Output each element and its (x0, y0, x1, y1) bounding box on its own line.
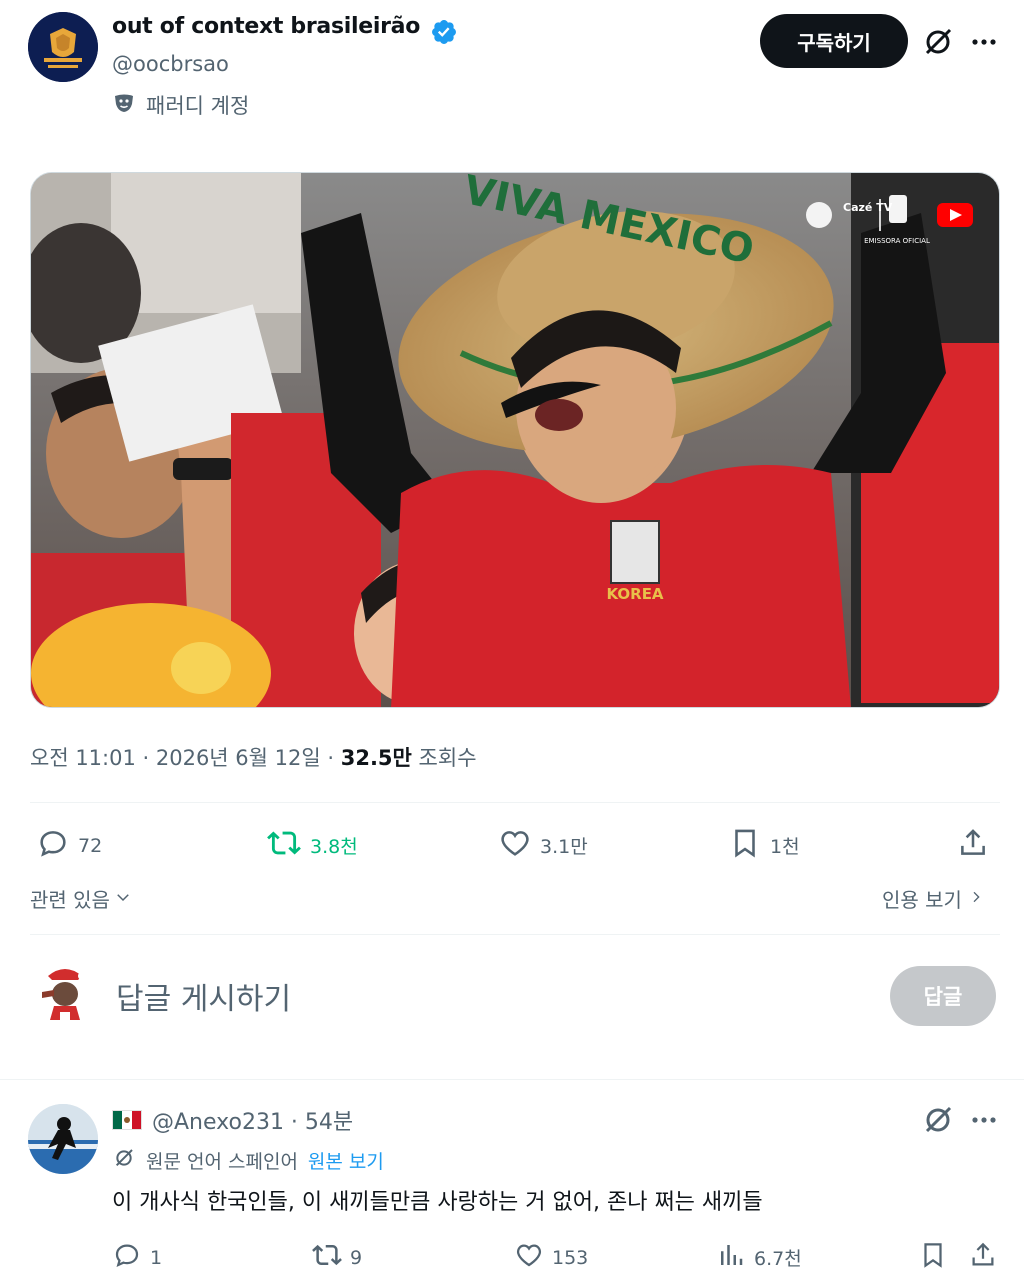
comment-share-action[interactable] (968, 1240, 998, 1275)
related-label: 관련 있음 (30, 888, 110, 912)
grok-icon[interactable] (920, 1102, 956, 1138)
view-quotes-link[interactable]: 인용 보기 (882, 884, 984, 913)
grok-icon[interactable] (920, 24, 956, 60)
mexico-flag-icon (112, 1110, 142, 1130)
tweet-image[interactable]: KOREA VIVA MEXICO Cazé TV EMISSORA OFICI… (30, 172, 1000, 708)
tweet-meta: 오전 11:01 · 2026년 6월 12일 · 32.5만 조회수 (30, 742, 477, 772)
like-action[interactable]: 3.1만 (498, 826, 588, 865)
chevron-right-icon (968, 887, 984, 911)
reply-input[interactable]: 답글 게시하기 (116, 974, 291, 1018)
bookmark-icon (918, 1240, 948, 1275)
reply-icon (112, 1240, 142, 1275)
comment-view-count: 6.7천 (754, 1248, 802, 1270)
related-dropdown[interactable]: 관련 있음 (30, 884, 132, 913)
translate-icon (112, 1146, 136, 1175)
comment-reply-action[interactable]: 1 (112, 1240, 162, 1275)
section-divider (0, 1052, 1024, 1080)
commenter-handle-time[interactable]: @Anexo231 · 54분 (152, 1104, 353, 1136)
user-avatar[interactable] (36, 962, 94, 1024)
retweet-icon (266, 826, 302, 865)
retweet-count: 3.8천 (310, 836, 358, 858)
chevron-down-icon (114, 887, 132, 911)
divider (30, 802, 1000, 803)
bookmark-count: 1천 (770, 836, 800, 858)
view-count-suffix: 조회수 (411, 746, 477, 770)
reply-submit-button[interactable]: 답글 (890, 966, 996, 1026)
retweet-icon (312, 1240, 342, 1275)
bookmark-action[interactable]: 1천 (728, 826, 800, 865)
reply-icon (36, 826, 70, 865)
reply-action[interactable]: 72 (36, 826, 102, 865)
commenter-avatar[interactable] (28, 1104, 98, 1174)
svg-text:EMISSORA OFICIAL: EMISSORA OFICIAL (864, 237, 930, 245)
parody-mask-icon (112, 91, 136, 120)
comment-views-action[interactable]: 6.7천 (716, 1240, 802, 1275)
parody-label-text: 패러디 계정 (146, 94, 250, 118)
heart-icon (514, 1240, 544, 1275)
divider (30, 934, 1000, 935)
comment-reply-count: 1 (150, 1246, 163, 1269)
share-icon (956, 826, 990, 865)
tweet-timestamp[interactable]: 오전 11:01 · 2026년 6월 12일 · (30, 742, 341, 772)
reply-count: 72 (78, 834, 103, 857)
heart-icon (498, 826, 532, 865)
author-avatar[interactable] (28, 12, 98, 82)
quotes-label: 인용 보기 (882, 888, 962, 912)
bookmark-icon (728, 826, 762, 865)
more-options-icon[interactable] (968, 1104, 1000, 1136)
analytics-icon (716, 1240, 746, 1275)
translation-notice: 원문 언어 스페인어 원본 보기 (112, 1146, 384, 1175)
translation-source: 원문 언어 스페인어 (146, 1151, 298, 1173)
more-options-icon[interactable] (968, 26, 1000, 58)
comment-header: @Anexo231 · 54분 (112, 1104, 353, 1136)
author-display-name[interactable]: out of context brasileirão (112, 14, 420, 39)
view-original-link[interactable]: 원본 보기 (308, 1147, 384, 1174)
jersey-text: KOREA (606, 585, 663, 603)
view-count: 32.5만 (340, 746, 412, 770)
comment-like-count: 153 (552, 1246, 589, 1269)
comment-text: 이 개사식 한국인들, 이 새끼들만큼 사랑하는 거 없어, 존나 쩌는 새끼들 (112, 1190, 763, 1215)
comment-retweet-action[interactable]: 9 (312, 1240, 362, 1275)
svg-text:Cazé TV: Cazé TV (843, 201, 893, 214)
verified-badge-icon[interactable] (430, 18, 458, 46)
share-icon (968, 1240, 998, 1275)
retweet-action[interactable]: 3.8천 (266, 826, 358, 865)
like-count: 3.1만 (540, 836, 588, 858)
comment-bookmark-action[interactable] (918, 1240, 948, 1275)
subscribe-button[interactable]: 구독하기 (760, 14, 908, 68)
comment-like-action[interactable]: 153 (514, 1240, 588, 1275)
author-handle[interactable]: @oocbrsao (112, 52, 229, 76)
comment-retweet-count: 9 (350, 1246, 363, 1269)
parody-account-label: 패러디 계정 (112, 90, 249, 120)
share-action[interactable] (956, 826, 990, 865)
